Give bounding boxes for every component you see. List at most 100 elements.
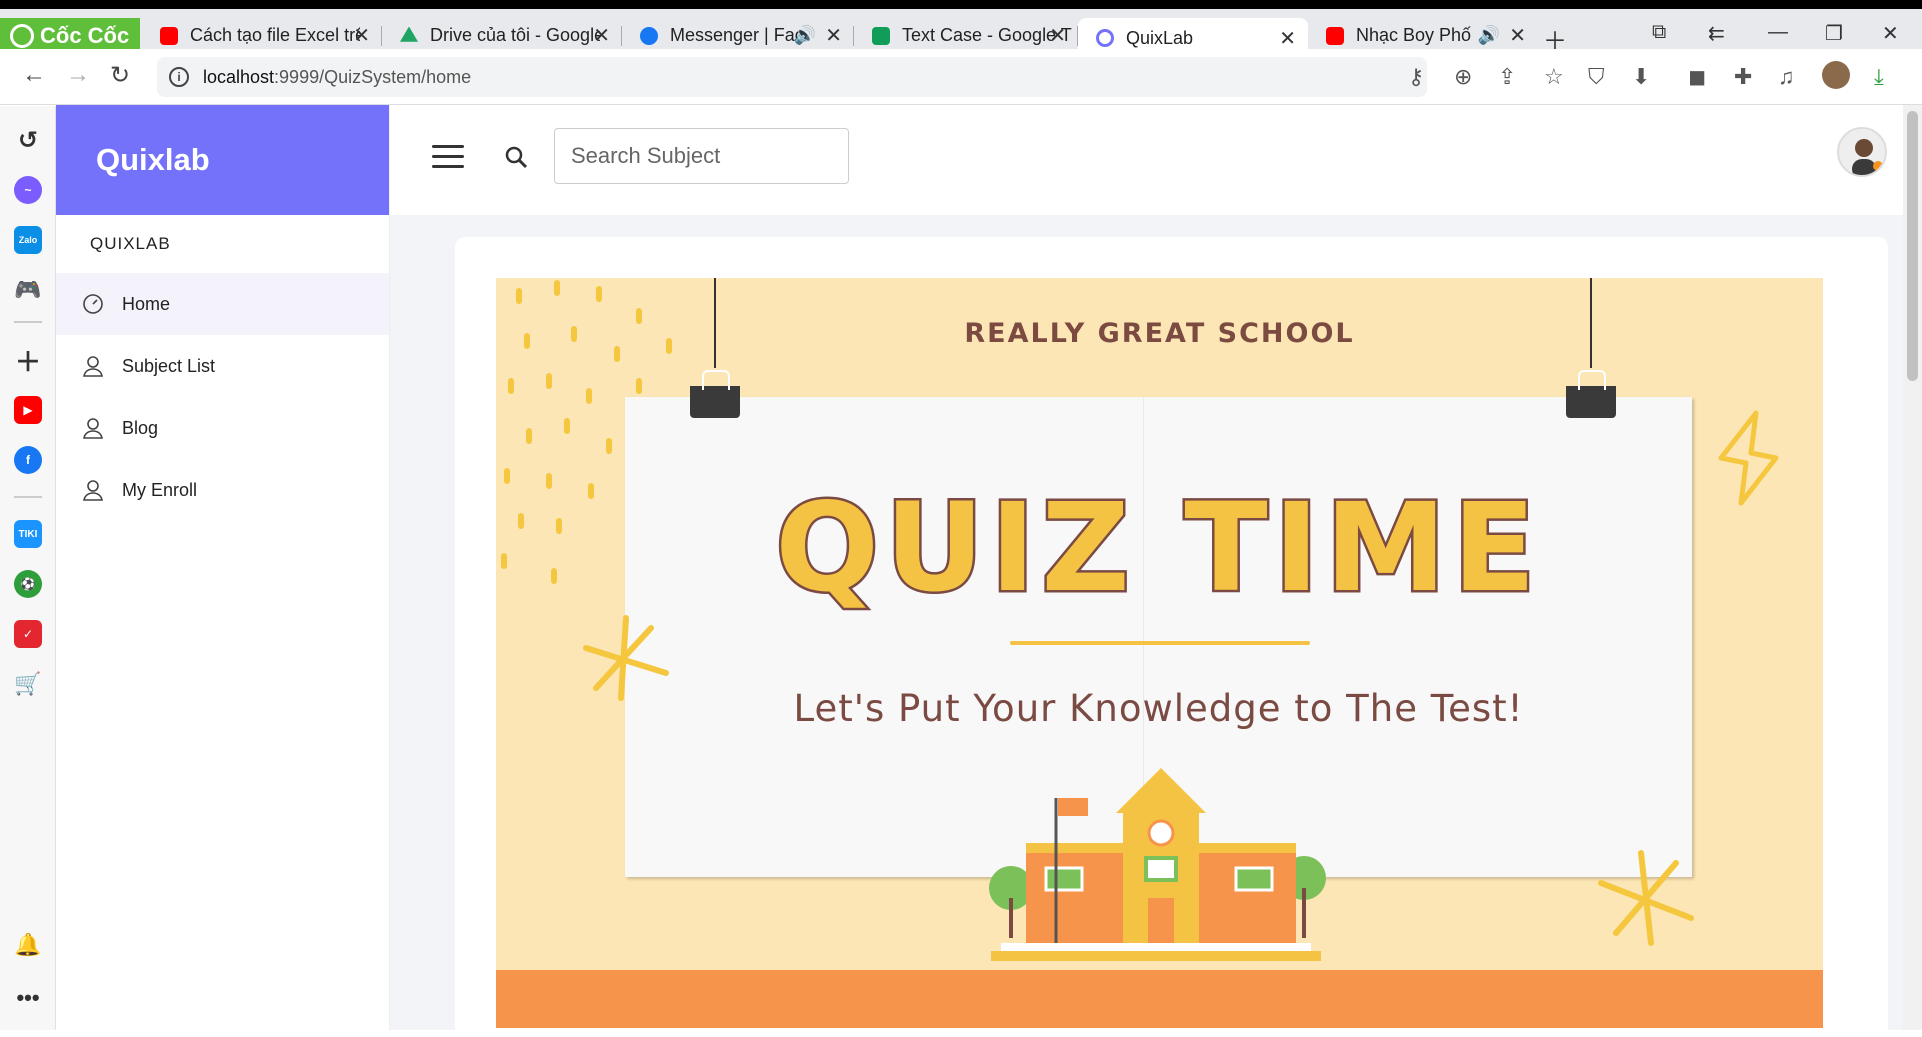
star-doodle-icon xyxy=(1718,410,1779,506)
browser-brand-button[interactable]: Cốc Cốc xyxy=(0,18,140,53)
app-logo[interactable]: Quixlab xyxy=(56,105,389,215)
youtube-icon[interactable]: ▶ xyxy=(14,396,42,424)
sidebar-item-home[interactable]: Home xyxy=(56,273,389,335)
facebook-icon xyxy=(640,26,658,45)
sidebar-item-label: Blog xyxy=(122,417,159,438)
extension-mask-icon[interactable]: ◼ xyxy=(1688,64,1706,90)
search-icon[interactable] xyxy=(504,145,528,174)
google-sheets-icon xyxy=(872,26,890,45)
app-sidebar: Quixlab QUIXLAB Home Subject List Blog M… xyxy=(56,105,390,1030)
quixlab-icon xyxy=(1096,29,1114,47)
school-building-icon xyxy=(989,768,1326,961)
url-bar[interactable]: i localhost:9999/QuizSystem/home xyxy=(157,57,1427,97)
puzzle-icon[interactable]: ✚ xyxy=(1734,64,1752,90)
tiki-icon[interactable]: TIKI xyxy=(14,520,42,548)
tab-google-drive[interactable]: Drive của tôi - Google ✕ xyxy=(382,18,622,53)
downloads-icon[interactable]: ⤓ xyxy=(1874,64,1884,90)
star-icon[interactable]: ☆ xyxy=(1544,64,1564,90)
close-icon[interactable]: ✕ xyxy=(1279,26,1296,51)
user-icon xyxy=(82,355,104,377)
download-save-icon[interactable]: ⬇ xyxy=(1632,64,1650,90)
user-icon xyxy=(82,417,104,439)
messenger-icon[interactable]: ~ xyxy=(14,176,42,204)
back-icon[interactable]: ← xyxy=(22,61,46,89)
hamburger-menu-icon[interactable] xyxy=(432,145,464,169)
binder-clip-icon xyxy=(690,370,740,418)
sidebar-item-blog[interactable]: Blog xyxy=(56,397,389,459)
checkmark-app-icon[interactable]: ✓ xyxy=(14,620,42,648)
sparkle-icon xyxy=(1598,850,1694,946)
shopping-cart-icon[interactable]: 🛒 xyxy=(14,670,42,698)
sidebar-item-my-enroll[interactable]: My Enroll xyxy=(56,459,389,521)
url-host: localhost xyxy=(203,66,275,87)
user-avatar[interactable] xyxy=(1837,127,1887,177)
page-scrollbar[interactable] xyxy=(1903,105,1922,1030)
close-window-button[interactable]: ✕ xyxy=(1882,21,1899,46)
close-icon[interactable]: ✕ xyxy=(825,23,842,48)
zoom-icon[interactable]: ⊕ xyxy=(1454,64,1472,90)
scrollbar-thumb[interactable] xyxy=(1907,111,1918,381)
main-content: REALLY GREAT SCHOOL QUIZ TIME Let's Put … xyxy=(390,215,1903,1037)
tab-text-case[interactable]: Text Case - Google Trang ✕ xyxy=(854,18,1078,53)
site-info-icon[interactable]: i xyxy=(169,67,189,87)
speaker-icon[interactable]: 🔊 xyxy=(1478,25,1500,46)
user-icon xyxy=(82,479,104,501)
playlist-icon[interactable]: ♫ xyxy=(1778,64,1795,90)
zalo-icon[interactable]: Zalo xyxy=(14,226,42,254)
url-path: :9999/QuizSystem/home xyxy=(274,66,472,87)
address-toolbar: ← → ↻ i localhost:9999/QuizSystem/home ⚷… xyxy=(0,49,1922,105)
youtube-icon xyxy=(1326,26,1344,45)
minimize-button[interactable]: — xyxy=(1768,21,1788,44)
close-icon[interactable]: ✕ xyxy=(1509,23,1526,48)
history-icon[interactable]: ↺ xyxy=(14,126,42,154)
close-icon[interactable]: ✕ xyxy=(1049,23,1066,48)
speedometer-icon xyxy=(82,293,104,315)
close-icon[interactable]: ✕ xyxy=(593,23,610,48)
sidebar-section-title: QUIXLAB xyxy=(90,234,171,253)
tab-list-icon[interactable]: ⇇ xyxy=(1708,21,1725,46)
facebook-icon[interactable]: f xyxy=(14,446,42,474)
more-icon[interactable]: ••• xyxy=(14,984,42,1012)
tab-title: Drive của tôi - Google xyxy=(430,25,600,45)
sidebar-item-label: Subject List xyxy=(122,355,216,376)
sidebar-item-label: Home xyxy=(122,293,171,314)
app-header xyxy=(390,105,1903,215)
banner-tagline: Let's Put Your Knowledge to The Test! xyxy=(793,687,1524,730)
banner-floor xyxy=(496,970,1823,1028)
tab-nhac-boy-pho[interactable]: Nhạc Boy Phố - 🔊 ✕ xyxy=(1308,18,1538,53)
notification-bell-icon[interactable]: 🔔 xyxy=(14,931,42,959)
tab-title: QuixLab xyxy=(1126,27,1194,48)
browser-brand-label: Cốc Cốc xyxy=(40,22,130,48)
profile-avatar[interactable] xyxy=(1822,61,1850,89)
quiz-time-headline: QUIZ TIME xyxy=(773,475,1542,622)
sidebar-item-label: My Enroll xyxy=(122,479,198,500)
headline-underline xyxy=(1010,641,1310,645)
gamepad-icon[interactable]: 🎮 xyxy=(14,276,42,304)
speaker-icon[interactable]: 🔊 xyxy=(794,25,816,46)
football-icon[interactable]: ⚽ xyxy=(14,570,42,598)
tab-youtube-excel[interactable]: Cách tạo file Excel trên ✕ xyxy=(142,18,382,53)
add-icon[interactable]: ＋ xyxy=(14,346,42,377)
binder-clip-icon xyxy=(1566,370,1616,418)
key-icon[interactable]: ⚷ xyxy=(1408,64,1424,90)
status-dot xyxy=(1873,161,1883,171)
tab-title: Cách tạo file Excel trên xyxy=(190,25,360,45)
shield-icon[interactable]: ⛉ xyxy=(1588,64,1605,90)
search-input[interactable] xyxy=(554,128,849,184)
forward-icon[interactable]: → xyxy=(66,61,90,89)
quiz-banner: REALLY GREAT SCHOOL QUIZ TIME Let's Put … xyxy=(496,278,1823,1028)
coccoc-logo-icon xyxy=(10,23,34,48)
tab-title: Nhạc Boy Phố - xyxy=(1356,25,1476,45)
youtube-icon xyxy=(160,26,178,45)
maximize-button[interactable]: ❐ xyxy=(1825,21,1843,46)
school-title: REALLY GREAT SCHOOL xyxy=(964,318,1355,349)
tab-messenger[interactable]: Messenger | Facebook 🔊 ✕ xyxy=(622,18,854,53)
browser-sidebar: ↺ ~ Zalo 🎮 ＋ ▶ f TIKI ⚽ ✓ 🛒 🔔 ••• xyxy=(0,106,56,1030)
sparkle-icon xyxy=(583,615,669,701)
reload-icon[interactable]: ↻ xyxy=(110,61,130,90)
close-icon[interactable]: ✕ xyxy=(353,23,370,48)
tab-search-icon[interactable]: ⧉ xyxy=(1652,21,1666,44)
browser-tab-bar: Cốc Cốc Cách tạo file Excel trên ✕ Drive… xyxy=(0,0,1922,58)
sidebar-item-subject-list[interactable]: Subject List xyxy=(56,335,389,397)
share-icon[interactable]: ⇪ xyxy=(1498,64,1516,90)
